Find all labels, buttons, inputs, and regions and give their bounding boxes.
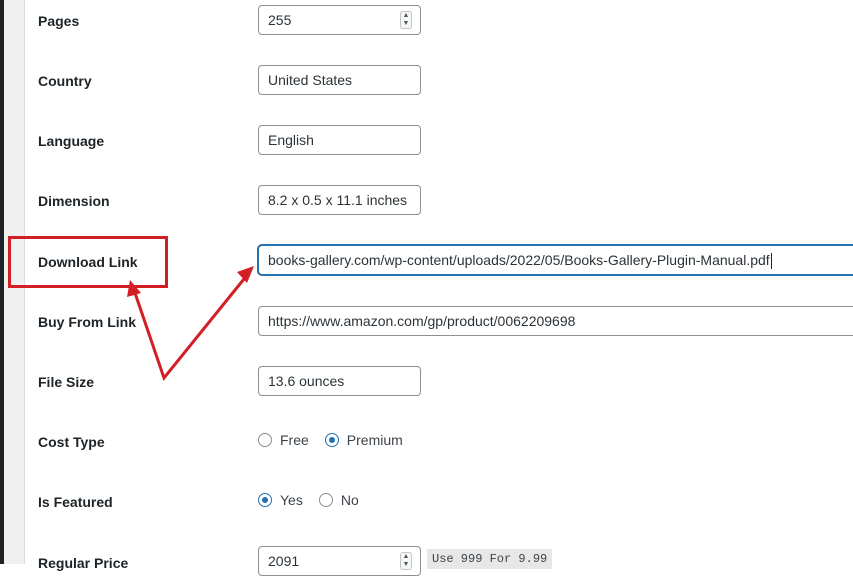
annotation-arrow-line: [132, 273, 250, 382]
arrow-head-right-icon: [237, 266, 254, 283]
annotation-arrows: [127, 266, 254, 382]
arrow-head-up-icon: [127, 280, 141, 297]
